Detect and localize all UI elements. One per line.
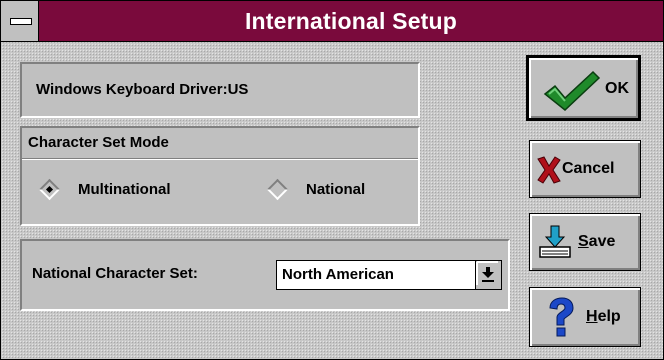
international-setup-dialog: International Setup Windows Keyboard Dri…: [0, 0, 664, 360]
x-mark-icon: [537, 156, 561, 184]
radio-diamond-selected-icon: [38, 178, 61, 201]
dropdown-selected-value: North American: [282, 266, 394, 283]
question-mark-icon: [549, 297, 574, 337]
save-button[interactable]: Save: [529, 213, 641, 271]
dropdown-arrow-button[interactable]: [475, 261, 501, 289]
radio-national-label: National: [306, 181, 366, 198]
save-disk-icon: [539, 225, 571, 258]
save-mnemonic-letter: S: [578, 233, 589, 250]
radio-multinational-label: Multinational: [78, 181, 171, 198]
save-button-label: Save: [578, 233, 615, 251]
character-set-mode-group: Character Set Mode Multinational Nationa…: [20, 126, 420, 226]
help-button[interactable]: Help: [529, 287, 641, 347]
national-character-set-dropdown[interactable]: North American: [276, 260, 502, 290]
cancel-button[interactable]: Cancel: [529, 140, 641, 198]
keyboard-driver-panel: Windows Keyboard Driver:US: [20, 62, 420, 118]
national-character-set-panel: National Character Set: North American: [20, 239, 510, 311]
ok-button[interactable]: OK: [526, 55, 641, 121]
group-separator: [22, 158, 418, 160]
help-button-label: Help: [586, 308, 621, 326]
cancel-button-label: Cancel: [562, 160, 615, 177]
help-rest-label: elp: [597, 308, 621, 325]
radio-diamond-icon: [266, 178, 289, 201]
checkmark-icon: [543, 70, 601, 111]
title-bar: International Setup: [1, 1, 663, 42]
ok-button-label: OK: [605, 80, 629, 97]
dropdown-arrow-icon: [476, 261, 499, 286]
system-menu-icon: [10, 18, 32, 25]
national-character-set-label: National Character Set:: [32, 265, 198, 282]
save-rest-label: ave: [588, 233, 616, 250]
keyboard-driver-label: Windows Keyboard Driver:US: [36, 81, 249, 98]
character-set-mode-heading: Character Set Mode: [28, 134, 169, 151]
help-mnemonic-letter: H: [586, 308, 598, 325]
system-menu-button[interactable]: [1, 1, 39, 41]
window-title: International Setup: [244, 8, 458, 34]
